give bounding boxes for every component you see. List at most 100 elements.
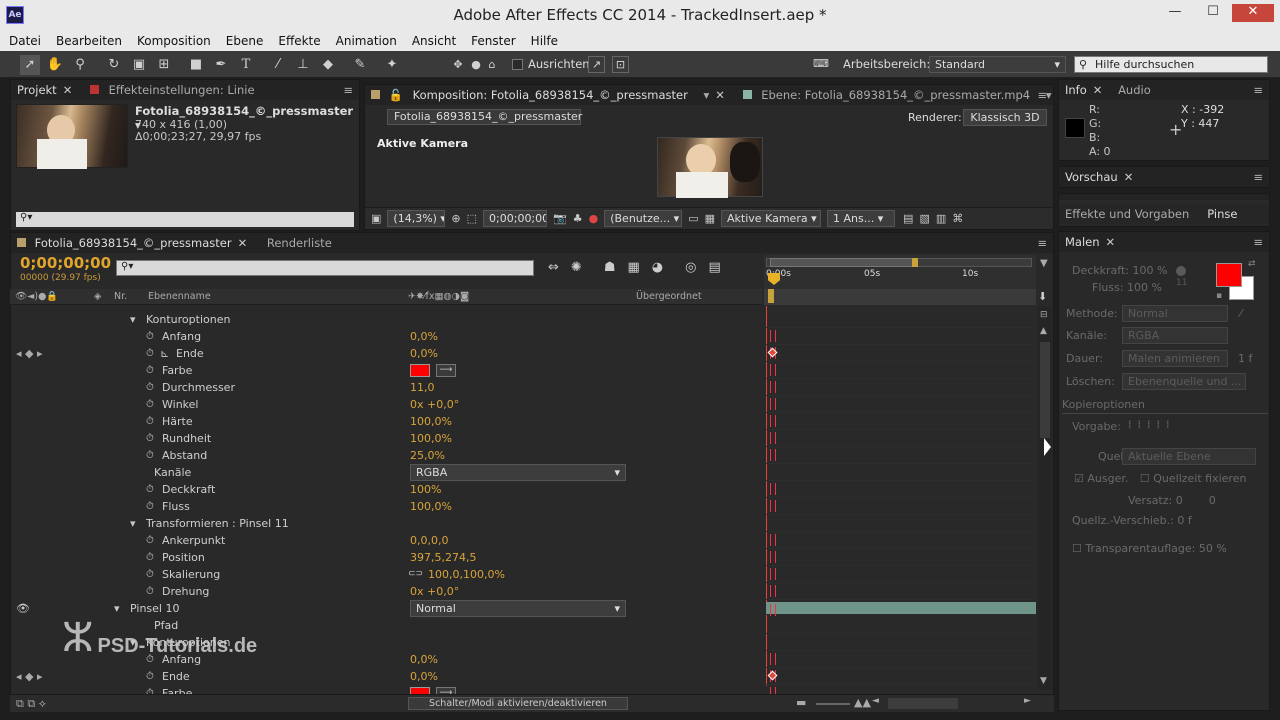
zoom-slider[interactable]: [816, 703, 850, 705]
property-dropdown[interactable]: Normal ▾: [410, 600, 626, 617]
default-colors-icon[interactable]: ▪: [1216, 291, 1222, 301]
timeline-track[interactable]: [766, 464, 1036, 481]
comp-mini-flowchart-icon[interactable]: ⇔: [548, 260, 559, 275]
stopwatch-icon[interactable]: ⏱: [146, 328, 154, 345]
puppet-tool-icon[interactable]: ✦: [382, 55, 402, 75]
tab-timeline[interactable]: Fotolia_68938154_©_pressmaster: [35, 236, 232, 250]
scroll-right-icon[interactable]: ►: [1024, 696, 1031, 706]
local-axis-icon[interactable]: ✥: [448, 55, 468, 75]
property-value[interactable]: 100,0,100,0%: [428, 566, 505, 583]
pan-behind-tool-icon[interactable]: ⊞: [154, 55, 174, 75]
layer-start-marker[interactable]: [768, 289, 774, 303]
twirl-down-icon[interactable]: ▾: [130, 311, 136, 328]
tab-layer[interactable]: Ebene: Fotolia_68938154_©_pressmaster.mp…: [761, 88, 1030, 102]
timeline-track[interactable]: [766, 668, 1036, 685]
zoom-in-icon[interactable]: ▲▲: [854, 696, 871, 709]
zoom-out-icon[interactable]: ▬: [796, 696, 806, 709]
camera-select[interactable]: Aktive Kamera ▾: [721, 210, 822, 227]
timeline-row[interactable]: ⏱ Abstand 25,0%: [10, 447, 762, 464]
stopwatch-icon[interactable]: ⏱: [146, 532, 154, 549]
timeline-track[interactable]: [766, 515, 1036, 532]
snapshot-icon[interactable]: 📷: [553, 212, 567, 225]
toggle-switches-modes-button[interactable]: Schalter/Modi aktivieren/deaktivieren: [408, 697, 628, 710]
close-icon[interactable]: ✕: [715, 88, 725, 102]
timeline-track[interactable]: [766, 311, 1036, 328]
clone-aligned[interactable]: ☑ Ausger. ☐ Quellzeit fixieren: [1062, 472, 1268, 485]
always-preview-icon[interactable]: ▣: [371, 212, 381, 225]
scroll-down-icon[interactable]: ▼: [1040, 676, 1047, 686]
stopwatch-icon[interactable]: ⏱: [146, 413, 154, 430]
property-value[interactable]: 0,0%: [410, 668, 438, 685]
brush-tool-icon[interactable]: ⁄: [268, 55, 288, 75]
scroll-left-icon[interactable]: ◄: [872, 696, 879, 706]
region-of-interest-icon[interactable]: ⬚: [467, 212, 477, 225]
timeline-track[interactable]: [766, 396, 1036, 413]
close-icon[interactable]: ✕: [238, 236, 248, 250]
pen-tool-icon[interactable]: ✒: [211, 55, 231, 75]
menu-animation[interactable]: Animation: [336, 31, 397, 51]
timeline-row[interactable]: ◂ ◆ ▸ ⏱ ⊾ Ende 0,0%: [10, 345, 762, 362]
property-value[interactable]: 0x +0,0°: [410, 583, 459, 600]
renderer-button[interactable]: Klassisch 3D: [963, 109, 1047, 126]
timeline-track[interactable]: [766, 362, 1036, 379]
stopwatch-icon[interactable]: ⏱: [146, 362, 154, 379]
stopwatch-icon[interactable]: ⏱: [146, 447, 154, 464]
stopwatch-icon[interactable]: ⏱: [146, 566, 154, 583]
timeline-row[interactable]: ⏱ Härte 100,0%: [10, 413, 762, 430]
stopwatch-icon[interactable]: ⏱: [146, 379, 154, 396]
tab-effect-controls[interactable]: Effekteinstellungen: Linie: [109, 83, 255, 97]
timeline-track[interactable]: [766, 345, 1036, 362]
timeline-row[interactable]: ▾ Konturoptionen: [10, 311, 762, 328]
tab-info[interactable]: Info: [1065, 83, 1087, 97]
lock-source-checkbox[interactable]: ☐: [1140, 472, 1150, 485]
view-axis-icon[interactable]: ⌂: [482, 55, 502, 75]
minimize-icon[interactable]: —: [1162, 4, 1188, 22]
close-icon[interactable]: ✕: [1106, 235, 1116, 249]
twirl-down-icon[interactable]: ▾: [114, 600, 120, 617]
twirl-down-icon[interactable]: ▾: [130, 515, 136, 532]
channel-icon[interactable]: ●: [589, 212, 599, 225]
comp-preview-frame[interactable]: [657, 137, 763, 198]
tab-render-queue[interactable]: Renderliste: [267, 236, 332, 250]
panel-menu-icon[interactable]: ≡: [1037, 85, 1047, 105]
constrain-proportions-icon[interactable]: ⊂⊃: [408, 566, 423, 583]
timeline-track[interactable]: [766, 566, 1036, 583]
hand-tool-icon[interactable]: ✋: [45, 55, 65, 75]
timeline-track[interactable]: [766, 549, 1036, 566]
close-icon[interactable]: ✕: [1232, 4, 1274, 22]
timeline-row[interactable]: Kanäle RGBA ▾: [10, 464, 762, 481]
color-swatch[interactable]: [410, 364, 430, 377]
timeline-row[interactable]: ⏱ Drehung 0x +0,0°: [10, 583, 762, 600]
close-icon[interactable]: ✕: [63, 83, 73, 97]
tab-brushes[interactable]: Pinse: [1207, 207, 1237, 221]
stopwatch-icon[interactable]: ⏱: [146, 498, 154, 515]
label-icon[interactable]: ◈: [94, 289, 101, 305]
menu-ansicht[interactable]: Ansicht: [412, 31, 456, 51]
foreground-color-swatch[interactable]: [1216, 263, 1242, 287]
timeline-track[interactable]: [766, 498, 1036, 515]
timeline-row[interactable]: ⏱ Anfang 0,0%: [10, 328, 762, 345]
menu-ebene[interactable]: Ebene: [226, 31, 264, 51]
graph-icon[interactable]: ⊾: [160, 345, 169, 362]
property-value[interactable]: 0,0%: [410, 651, 438, 668]
offset-y[interactable]: 0: [1209, 494, 1216, 507]
timeline-row[interactable]: ⏱ Deckkraft 100%: [10, 481, 762, 498]
property-value[interactable]: 100,0%: [410, 430, 452, 447]
snap-icon[interactable]: ↗: [588, 56, 605, 73]
timeline-track[interactable]: [766, 602, 1036, 616]
brush-dynamics-icon[interactable]: ⁄: [1240, 307, 1242, 320]
paint-duration-select[interactable]: Malen animieren: [1122, 350, 1228, 367]
timeline-row[interactable]: ⏱ Skalierung 100,0,100,0% ⊂⊃: [10, 566, 762, 583]
av-switches-icon[interactable]: 👁◄)●🔒: [15, 289, 58, 305]
property-value[interactable]: 0x +0,0°: [410, 396, 459, 413]
close-icon[interactable]: ✕: [1124, 170, 1134, 184]
snap-extend-icon[interactable]: ⊡: [612, 56, 629, 73]
zoom-select[interactable]: (14,3%) ▾: [387, 210, 446, 227]
timeline-track[interactable]: [766, 634, 1036, 651]
property-value[interactable]: 0,0,0,0: [410, 532, 448, 549]
zoom-tool-icon[interactable]: ⚲: [70, 55, 90, 75]
maximize-icon[interactable]: ☐: [1200, 4, 1226, 22]
selection-tool-icon[interactable]: ➚: [20, 55, 40, 75]
timeline-zoom-icon[interactable]: ⬇: [1038, 290, 1052, 304]
timeline-track[interactable]: [766, 328, 1036, 345]
